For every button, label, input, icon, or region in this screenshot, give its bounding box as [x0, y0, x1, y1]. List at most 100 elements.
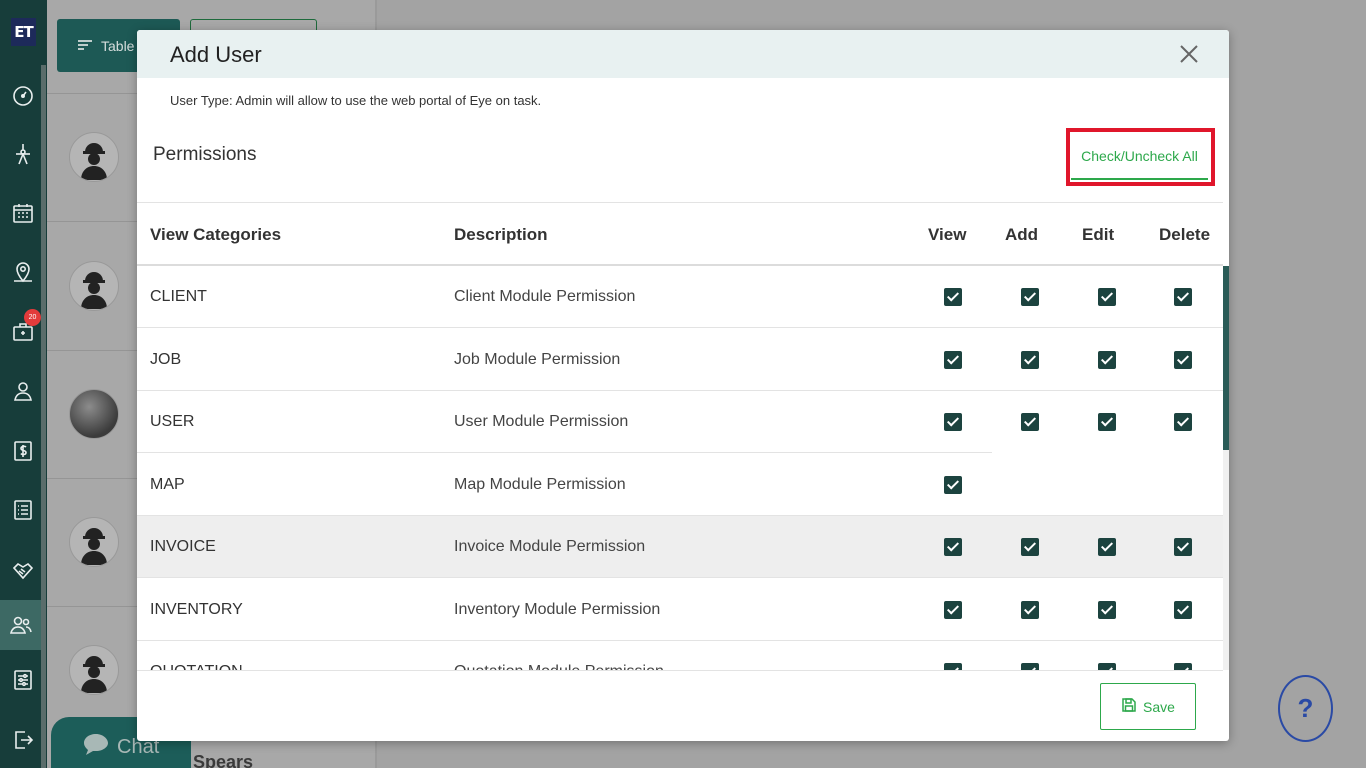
save-label: Save: [1143, 698, 1175, 715]
user-icon[interactable]: [8, 376, 38, 406]
table-row: INVENTORY Inventory Module Permission: [137, 579, 1223, 641]
cell-description: Job Module Permission: [454, 350, 621, 368]
sliders-icon[interactable]: [8, 665, 38, 695]
notification-badge: 20: [24, 309, 41, 326]
sidebar: ET 20: [0, 0, 47, 768]
background-partial-name: Spears: [193, 752, 254, 768]
worker-helmet-icon: [81, 272, 107, 309]
delete-checkbox[interactable]: [1174, 413, 1192, 431]
view-checkbox[interactable]: [944, 663, 962, 670]
logout-icon[interactable]: [8, 725, 38, 755]
list-divider: [47, 350, 147, 351]
table-row: CLIENT Client Module Permission: [137, 266, 1223, 328]
column-header-description: Description: [454, 225, 548, 244]
table-row: QUOTATION Quotation Module Permission: [137, 641, 1223, 670]
list-divider: [47, 93, 147, 94]
modal-title: Add User: [170, 42, 262, 67]
column-header-edit: Edit: [1082, 225, 1115, 244]
list-divider: [47, 606, 147, 607]
dollar-icon[interactable]: [8, 436, 38, 466]
view-checkbox[interactable]: [944, 350, 962, 369]
edit-checkbox[interactable]: [1098, 663, 1116, 670]
cell-description: Inventory Module Permission: [454, 600, 661, 618]
close-icon[interactable]: [1177, 42, 1201, 66]
add-checkbox[interactable]: [1021, 538, 1039, 556]
permissions-title: Permissions: [153, 144, 257, 165]
edit-checkbox[interactable]: [1098, 600, 1116, 619]
cell-description: Quotation Module Permission: [454, 663, 664, 670]
edit-checkbox[interactable]: [1098, 350, 1116, 369]
worker-helmet-icon: [81, 528, 107, 565]
add-checkbox[interactable]: [1021, 663, 1039, 670]
column-header-delete: Delete: [1159, 225, 1211, 244]
add-checkbox[interactable]: [1021, 288, 1039, 306]
table-row: MAP Map Module Permission: [137, 454, 1223, 516]
handshake-icon[interactable]: [8, 555, 38, 585]
cell-description: Invoice Module Permission: [454, 538, 646, 555]
worker-helmet-icon: [81, 143, 107, 180]
save-button[interactable]: Save: [1100, 683, 1196, 730]
app-logo[interactable]: ET: [11, 18, 36, 46]
calendar-icon[interactable]: [8, 198, 38, 228]
delete-checkbox[interactable]: [1174, 350, 1192, 369]
edit-checkbox[interactable]: [1098, 413, 1116, 431]
edit-checkbox[interactable]: [1098, 288, 1116, 306]
column-header-category: View Categories: [150, 225, 282, 244]
pen-tool-icon[interactable]: [8, 139, 38, 169]
chat-bubble-icon: [83, 732, 109, 762]
cell-category: INVENTORY: [150, 600, 243, 618]
delete-checkbox[interactable]: [1174, 600, 1192, 619]
table-row: USER User Module Permission: [137, 391, 1223, 453]
users-icon[interactable]: [0, 600, 41, 650]
column-header-view: View: [928, 225, 967, 244]
sidebar-scrollbar[interactable]: [41, 65, 46, 768]
delete-checkbox[interactable]: [1174, 288, 1192, 306]
cell-description: Map Module Permission: [454, 475, 626, 493]
highlight-box: [1066, 128, 1215, 186]
table-scrollbar[interactable]: [1223, 266, 1229, 670]
list-icon[interactable]: [8, 495, 38, 525]
dashboard-icon[interactable]: [8, 81, 38, 111]
avatar[interactable]: [69, 261, 119, 311]
table-row: INVOICE Invoice Module Permission: [137, 516, 1223, 578]
avatar[interactable]: [69, 132, 119, 182]
column-header-add: Add: [1005, 225, 1039, 244]
cell-category: QUOTATION: [150, 663, 243, 670]
view-checkbox[interactable]: [944, 288, 962, 306]
delete-checkbox[interactable]: [1174, 538, 1192, 556]
map-pin-icon[interactable]: [8, 257, 38, 287]
permissions-table-body: CLIENT Client Module Permission JOB Job Mod…: [137, 266, 1223, 670]
edit-checkbox[interactable]: [1098, 538, 1116, 556]
user-type-note: User Type: Admin will allow to use the w…: [170, 93, 542, 108]
cell-category: JOB: [150, 350, 182, 368]
cell-description: Client Module Permission: [454, 288, 636, 305]
table-row: JOB Job Module Permission: [137, 329, 1223, 391]
cell-category: USER: [150, 413, 195, 430]
add-checkbox[interactable]: [1021, 600, 1039, 619]
view-checkbox[interactable]: [944, 600, 962, 619]
view-checkbox[interactable]: [944, 475, 962, 494]
avatar-photo[interactable]: [69, 389, 119, 439]
add-user-modal: Add User User Type: Admin will allow to …: [137, 30, 1229, 741]
avatar[interactable]: [69, 517, 119, 567]
footer-divider: [137, 670, 1223, 671]
view-checkbox[interactable]: [944, 538, 962, 556]
cell-category: CLIENT: [150, 288, 207, 305]
delete-checkbox[interactable]: [1174, 663, 1192, 670]
avatar[interactable]: [69, 645, 119, 695]
add-checkbox[interactable]: [1021, 413, 1039, 431]
view-checkbox[interactable]: [944, 413, 962, 431]
table-scroll-thumb[interactable]: [1223, 266, 1229, 450]
help-button[interactable]: ?: [1278, 675, 1333, 742]
cell-category: MAP: [150, 475, 185, 493]
list-divider: [47, 221, 147, 222]
worker-helmet-icon: [81, 656, 107, 693]
table-top-border: [137, 202, 1223, 203]
save-floppy-icon: [1121, 697, 1137, 716]
list-divider: [47, 478, 147, 479]
cell-category: INVOICE: [150, 538, 216, 555]
add-checkbox[interactable]: [1021, 350, 1039, 369]
cell-description: User Module Permission: [454, 413, 629, 430]
filter-lines-icon: [77, 38, 93, 54]
modal-header: Add User: [137, 30, 1229, 78]
